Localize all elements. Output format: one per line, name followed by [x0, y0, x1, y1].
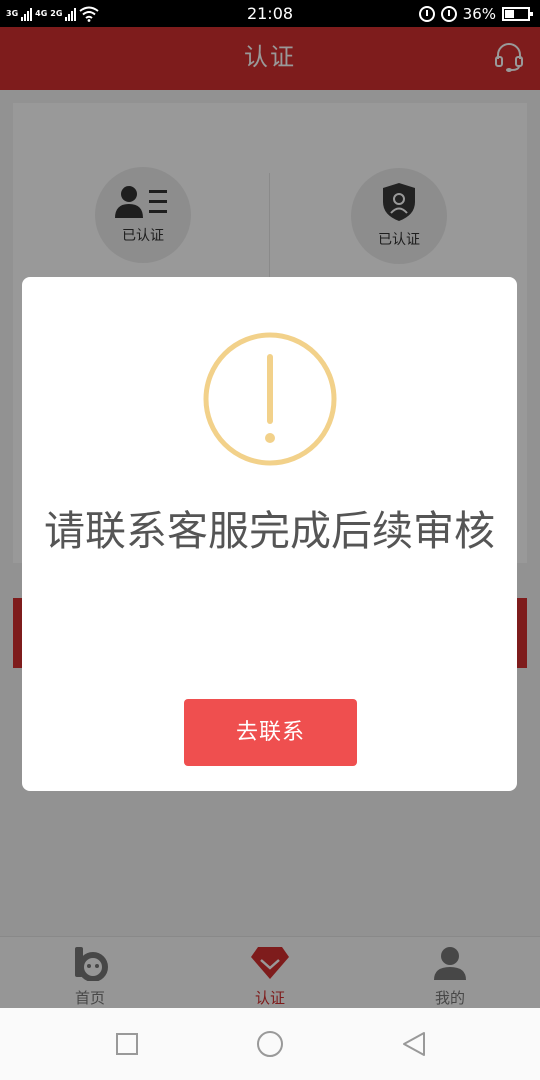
system-nav-bar — [0, 1008, 540, 1080]
contact-dialog: 请联系客服完成后续审核 去联系 — [22, 277, 517, 791]
battery-percent: 36% — [462, 5, 496, 23]
warning-icon — [203, 332, 337, 466]
battery-icon — [502, 7, 533, 21]
rotation-lock-icon — [418, 6, 435, 22]
status-right-group: 36% — [418, 3, 533, 25]
dialog-message: 请联系客服完成后续审核 — [44, 507, 495, 555]
recent-apps-icon[interactable] — [111, 1028, 143, 1060]
alarm-icon — [440, 6, 457, 22]
home-button-icon[interactable] — [254, 1028, 286, 1060]
contact-button[interactable]: 去联系 — [184, 699, 357, 766]
status-bar: 3G 4G 2G 21:08 36% — [0, 0, 540, 27]
back-button-icon[interactable] — [398, 1028, 430, 1060]
